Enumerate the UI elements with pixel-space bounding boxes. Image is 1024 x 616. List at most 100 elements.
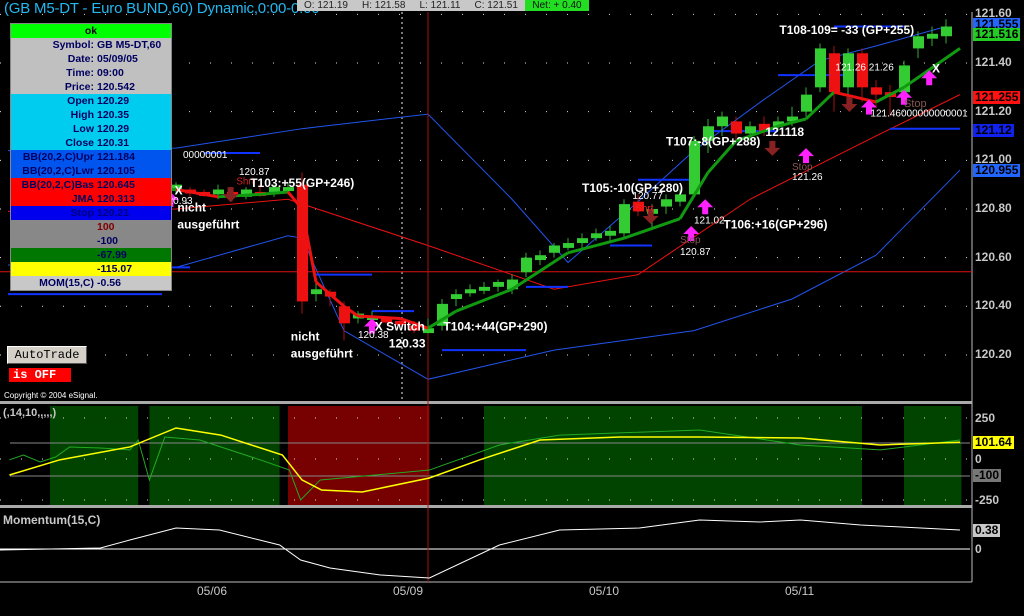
candle-body bbox=[731, 121, 742, 134]
trade-annotation: 121.26 21.26 bbox=[835, 62, 894, 73]
info-row: ok bbox=[11, 24, 171, 38]
info-value: -67.99 bbox=[97, 249, 127, 261]
net-change: Net: + 0.40 bbox=[525, 0, 589, 11]
price-tag: 120.955 bbox=[973, 163, 1021, 178]
info-value: 120.35 bbox=[97, 109, 130, 121]
candle-body bbox=[801, 94, 812, 112]
info-row: -100 bbox=[11, 234, 171, 248]
candle-body bbox=[465, 289, 476, 294]
info-row: Open 120.29 bbox=[11, 94, 171, 108]
info-label: Close bbox=[65, 137, 94, 149]
date-axis-label: 05/06 bbox=[197, 584, 228, 598]
oscillator-zone bbox=[484, 406, 862, 506]
trade-annotation: X Switch bbox=[375, 320, 425, 334]
trade-annotation: 120.33 bbox=[389, 337, 426, 351]
date-axis-label: 05/11 bbox=[785, 584, 815, 598]
candle-body bbox=[605, 230, 616, 236]
jma-line bbox=[357, 314, 401, 320]
oscillator-label: (,14,10,,,,,) bbox=[3, 407, 57, 419]
candle-body bbox=[297, 184, 308, 302]
high-value: H: 121.58 bbox=[362, 0, 406, 11]
candle-body bbox=[577, 238, 588, 244]
info-label: BB(20,2,C)Bas bbox=[21, 179, 94, 191]
info-value: 120.21 bbox=[97, 207, 130, 219]
trade-annotation: T104:+44(GP+290) bbox=[443, 320, 547, 334]
close-value: C: 121.51 bbox=[474, 0, 518, 11]
trade-annotation: 120.77 bbox=[632, 191, 663, 202]
open-value: O: 121.19 bbox=[304, 0, 348, 11]
momentum-value-tag: 0.38 bbox=[973, 523, 1001, 537]
cursor-info-panel[interactable]: ok Symbol: GB M5-DT,60 Date: 05/09/05 Time: 09… bbox=[10, 23, 172, 291]
autotrade-button[interactable]: AutoTrade bbox=[7, 346, 87, 364]
info-value: -0.56 bbox=[97, 277, 121, 289]
price-tag: 121.255 bbox=[973, 90, 1021, 105]
info-row: Price: 120.542 bbox=[11, 80, 171, 94]
price-axis-label: 121.40 bbox=[975, 55, 1012, 69]
candle-body bbox=[913, 36, 924, 49]
candle-body bbox=[521, 257, 532, 273]
trade-annotation: 120.87 bbox=[680, 247, 711, 258]
candle-body bbox=[619, 204, 630, 234]
info-label: Open bbox=[67, 95, 94, 107]
trade-annotation: 121118 bbox=[765, 125, 804, 139]
info-row: Time: 09:00 bbox=[11, 66, 171, 80]
info-row: Date: 05/09/05 bbox=[11, 52, 171, 66]
sell-arrow-icon bbox=[764, 140, 781, 156]
osc-axis-250: 250 bbox=[975, 411, 996, 425]
trade-annotation: 121.26 bbox=[792, 172, 823, 183]
info-value: -115.07 bbox=[97, 263, 133, 275]
trade-annotation: nicht bbox=[291, 329, 320, 343]
candle-body bbox=[717, 116, 728, 127]
candle-body bbox=[591, 233, 602, 239]
candle-body bbox=[871, 87, 882, 95]
info-value: GB M5-DT,60 bbox=[97, 39, 162, 51]
info-label: JMA bbox=[71, 193, 94, 205]
info-row: Close 120.31 bbox=[11, 136, 171, 150]
trade-annotation: 121.46000000000001 bbox=[870, 109, 968, 120]
info-label: BB(20,2,C)Upr bbox=[22, 151, 94, 163]
autotrade-status: is OFF bbox=[9, 368, 71, 382]
low-value: L: 121.11 bbox=[419, 0, 461, 11]
info-row: Symbol: GB M5-DT,60 bbox=[11, 38, 171, 52]
price-tag: 121.516 bbox=[973, 26, 1021, 41]
chart-title: (GB M5-DT - Euro BUND,60) Dynamic,0:00-0… bbox=[4, 0, 320, 17]
trade-annotation: X bbox=[175, 183, 183, 197]
candle-body bbox=[815, 48, 826, 88]
panel-divider bbox=[0, 505, 972, 508]
info-label: BB(20,2,C)Lwr bbox=[22, 165, 94, 177]
panel-divider bbox=[0, 401, 972, 404]
info-label: Stop bbox=[70, 207, 94, 219]
oscillator-level-tag: -100 bbox=[973, 468, 1002, 482]
oscillator-zone bbox=[904, 406, 962, 506]
momentum-axis-0: 0 bbox=[975, 542, 982, 556]
info-label: Low bbox=[73, 123, 94, 135]
oscillator-zone bbox=[50, 406, 139, 506]
info-row: High 120.35 bbox=[11, 108, 171, 122]
candle-body bbox=[927, 33, 938, 39]
info-row: BB(20,2,C)Bas 120.645 bbox=[11, 178, 171, 192]
candle-body bbox=[493, 281, 504, 287]
trade-annotation: T108-109= -33 (GP+255) bbox=[779, 23, 914, 37]
candle-body bbox=[549, 245, 560, 253]
trade-annotation: ausgeführt bbox=[291, 346, 353, 360]
osc-axis-minus250: -250 bbox=[975, 493, 1000, 507]
info-value: 120.313 bbox=[97, 193, 135, 205]
trade-annotation: T107:-8(GP+288) bbox=[666, 135, 760, 149]
trade-annotation: 00000001 bbox=[183, 150, 228, 161]
price-axis-label: 120.20 bbox=[975, 346, 1012, 361]
price-axis-label: 120.60 bbox=[975, 249, 1012, 264]
candle-body bbox=[563, 243, 574, 248]
oscillator-value-tag: 101.64 bbox=[973, 435, 1014, 449]
candle-body bbox=[535, 255, 546, 261]
trade-annotation: 121.02 bbox=[694, 216, 725, 227]
info-value: 120.29 bbox=[97, 123, 130, 135]
sell-arrow-icon bbox=[222, 187, 239, 203]
info-value: 09:00 bbox=[97, 67, 124, 79]
info-value: 120.542 bbox=[97, 81, 135, 93]
info-row: -115.07 bbox=[11, 262, 171, 276]
ohlc-readout: O: 121.19 H: 121.58 L: 121.11 C: 121.51 bbox=[297, 0, 525, 11]
info-value: 120.105 bbox=[97, 165, 135, 177]
copyright: Copyright © 2004 eSignal. bbox=[4, 391, 98, 400]
momentum-label: Momentum(15,C) bbox=[3, 513, 101, 527]
info-row: MOM(15,C) -0.56 bbox=[11, 276, 171, 290]
